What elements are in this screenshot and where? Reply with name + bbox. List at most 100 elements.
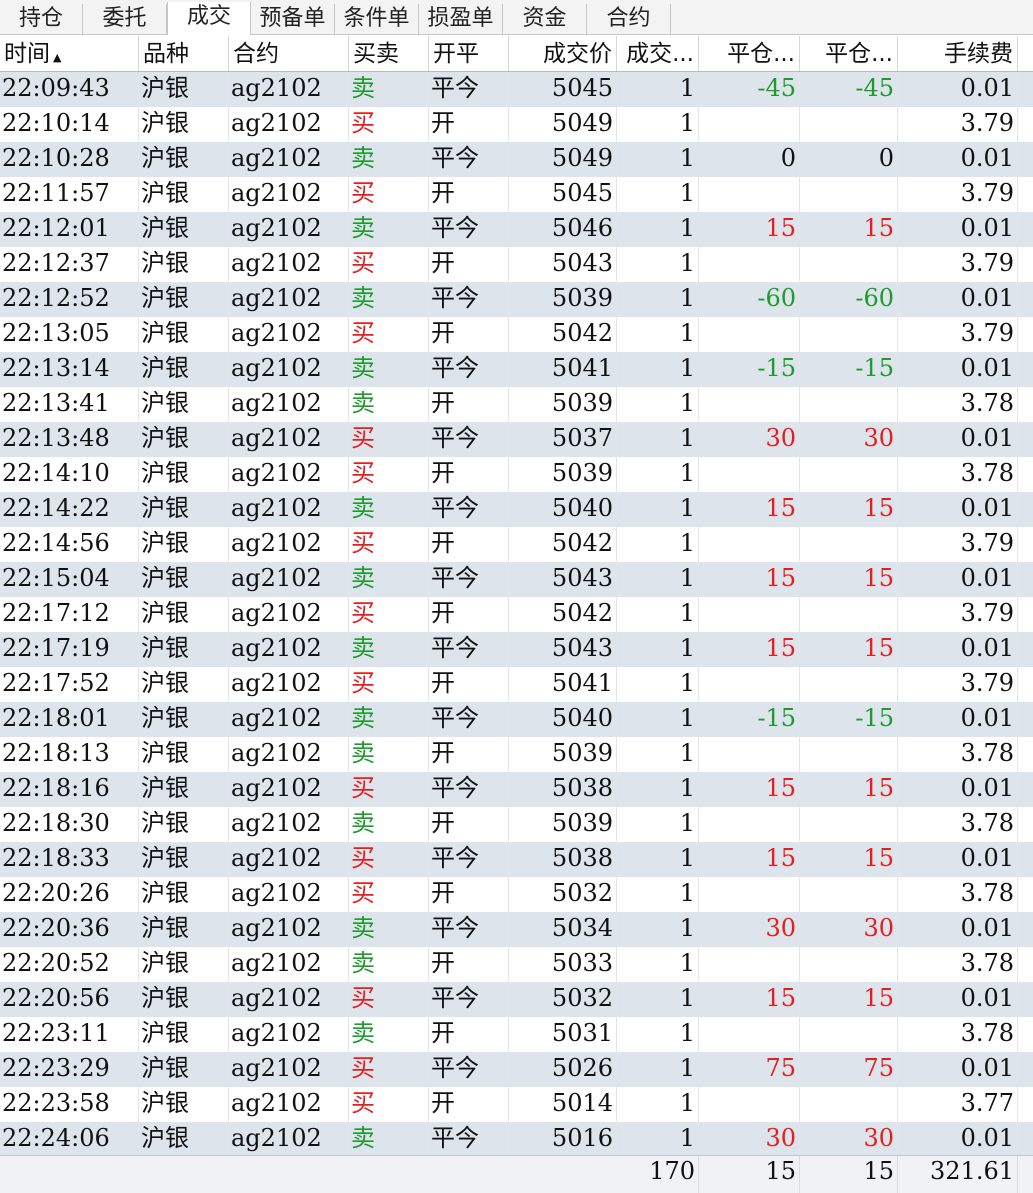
tab-contracts[interactable]: 合约 [587, 4, 671, 34]
table-row[interactable]: 22:20:56 沪银 ag2102 买平今 5032 1 15 15 0.01 [0, 982, 1033, 1017]
tab-trades[interactable]: 成交 [167, 2, 251, 35]
cell-contract: ag2102 [229, 1017, 349, 1052]
cell-contract: ag2102 [229, 352, 349, 387]
cell-close-pnl-1: -15 [699, 352, 800, 387]
table-row[interactable]: 22:11:57 沪银 ag2102 买开 5045 1 3.79 [0, 177, 1033, 212]
tab-funds[interactable]: 资金 [503, 4, 587, 34]
cell-close-pnl-2 [800, 947, 898, 982]
cell-direction: 买 [349, 527, 429, 562]
table-row[interactable]: 22:17:52 沪银 ag2102 买开 5041 1 3.79 [0, 667, 1033, 702]
cell-close-pnl-1: 15 [699, 772, 800, 807]
column-header-time[interactable]: 时间 ▲ [0, 36, 139, 71]
table-row[interactable]: 22:14:56 沪银 ag2102 买开 5042 1 3.79 [0, 527, 1033, 562]
table-row[interactable]: 22:13:05 沪银 ag2102 买开 5042 1 3.79 [0, 317, 1033, 352]
table-row[interactable]: 22:12:01 沪银 ag2102 卖平今 5046 1 15 15 0.01 [0, 212, 1033, 247]
cell-price: 5042 [509, 597, 617, 632]
cell-time: 22:17:52 [0, 667, 139, 702]
table-row[interactable]: 22:12:52 沪银 ag2102 卖平今 5039 1 -60 -60 0.01 [0, 282, 1033, 317]
cell-fee: 3.78 [898, 1017, 1018, 1052]
table-row[interactable]: 22:13:41 沪银 ag2102 卖开 5039 1 3.78 [0, 387, 1033, 422]
table-row[interactable]: 22:18:13 沪银 ag2102 卖开 5039 1 3.78 [0, 737, 1033, 772]
cell-close-pnl-2 [800, 527, 898, 562]
table-row[interactable]: 22:12:37 沪银 ag2102 买开 5043 1 3.79 [0, 247, 1033, 282]
table-row[interactable]: 22:24:06 沪银 ag2102 卖平今 5016 1 30 30 0.01 [0, 1122, 1033, 1157]
table-row[interactable]: 22:23:11 沪银 ag2102 卖开 5031 1 3.78 [0, 1017, 1033, 1052]
table-row[interactable]: 22:09:43 沪银 ag2102 卖平今 5045 1 -45 -45 0.01 [0, 72, 1033, 107]
column-header-close-pnl-2[interactable]: 平仓... [800, 36, 898, 71]
cell-price: 5031 [509, 1017, 617, 1052]
tab-pending-orders[interactable]: 预备单 [251, 4, 335, 34]
cell-price: 5043 [509, 562, 617, 597]
table-row[interactable]: 22:18:01 沪银 ag2102 卖平今 5040 1 -15 -15 0.01 [0, 702, 1033, 737]
cell-offset: 平今 [429, 72, 509, 107]
cell-direction: 买 [349, 842, 429, 877]
tab-positions[interactable]: 持仓 [0, 4, 83, 34]
cell-close-pnl-1 [699, 877, 800, 912]
table-row[interactable]: 22:13:48 沪银 ag2102 买平今 5037 1 30 30 0.01 [0, 422, 1033, 457]
column-header-product[interactable]: 品种 [139, 36, 229, 71]
table-row[interactable]: 22:17:12 沪银 ag2102 买开 5042 1 3.79 [0, 597, 1033, 632]
table-row[interactable]: 22:14:10 沪银 ag2102 买开 5039 1 3.78 [0, 457, 1033, 492]
table-row[interactable]: 22:17:19 沪银 ag2102 卖平今 5043 1 15 15 0.01 [0, 632, 1033, 667]
cell-close-pnl-2 [800, 457, 898, 492]
table-row[interactable]: 22:15:04 沪银 ag2102 卖平今 5043 1 15 15 0.01 [0, 562, 1033, 597]
table-row[interactable]: 22:23:29 沪银 ag2102 买平今 5026 1 75 75 0.01 [0, 1052, 1033, 1087]
table-row[interactable]: 22:18:33 沪银 ag2102 买平今 5038 1 15 15 0.01 [0, 842, 1033, 877]
column-header-offset[interactable]: 开平 [429, 36, 509, 71]
cell-direction: 卖 [349, 912, 429, 947]
cell-price: 5043 [509, 632, 617, 667]
cell-offset: 开 [429, 1017, 509, 1052]
column-header-contract[interactable]: 合约 [229, 36, 349, 71]
column-header-volume[interactable]: 成交... [617, 36, 699, 71]
column-header-price[interactable]: 成交价 [509, 36, 617, 71]
tab-stop-orders[interactable]: 损盈单 [419, 4, 503, 34]
table-row[interactable]: 22:20:36 沪银 ag2102 卖平今 5034 1 30 30 0.01 [0, 912, 1033, 947]
cell-contract: ag2102 [229, 107, 349, 142]
table-row[interactable]: 22:10:28 沪银 ag2102 卖平今 5049 1 0 0 0.01 [0, 142, 1033, 177]
cell-offset: 平今 [429, 352, 509, 387]
column-header-close-pnl-1[interactable]: 平仓... [699, 36, 800, 71]
cell-product: 沪银 [139, 1052, 229, 1087]
cell-offset: 开 [429, 807, 509, 842]
cell-direction: 卖 [349, 1122, 429, 1157]
cell-offset: 平今 [429, 562, 509, 597]
cell-close-pnl-1: 15 [699, 982, 800, 1017]
cell-close-pnl-2 [800, 177, 898, 212]
cell-close-pnl-2: -15 [800, 702, 898, 737]
table-row[interactable]: 22:14:22 沪银 ag2102 卖平今 5040 1 15 15 0.01 [0, 492, 1033, 527]
table-row[interactable]: 22:20:52 沪银 ag2102 卖开 5033 1 3.78 [0, 947, 1033, 982]
cell-price: 5026 [509, 1052, 617, 1087]
cell-contract: ag2102 [229, 492, 349, 527]
cell-contract: ag2102 [229, 597, 349, 632]
cell-direction: 买 [349, 107, 429, 142]
total-close-pnl-2: 15 [800, 1156, 898, 1193]
cell-contract: ag2102 [229, 842, 349, 877]
cell-close-pnl-1 [699, 527, 800, 562]
cell-product: 沪银 [139, 282, 229, 317]
cell-price: 5039 [509, 282, 617, 317]
cell-price: 5040 [509, 492, 617, 527]
table-row[interactable]: 22:18:30 沪银 ag2102 卖开 5039 1 3.78 [0, 807, 1033, 842]
table-row[interactable]: 22:20:26 沪银 ag2102 买开 5032 1 3.78 [0, 877, 1033, 912]
table-row[interactable]: 22:13:14 沪银 ag2102 卖平今 5041 1 -15 -15 0.01 [0, 352, 1033, 387]
cell-direction: 买 [349, 422, 429, 457]
cell-product: 沪银 [139, 177, 229, 212]
cell-product: 沪银 [139, 597, 229, 632]
tab-conditional-orders[interactable]: 条件单 [335, 4, 419, 34]
column-header-fee[interactable]: 手续费 [898, 36, 1018, 71]
column-header-direction[interactable]: 买卖 [349, 36, 429, 71]
cell-direction: 卖 [349, 72, 429, 107]
cell-close-pnl-2 [800, 387, 898, 422]
cell-offset: 平今 [429, 842, 509, 877]
table-row[interactable]: 22:23:58 沪银 ag2102 买开 5014 1 3.77 [0, 1087, 1033, 1122]
cell-price: 5016 [509, 1122, 617, 1157]
cell-direction: 卖 [349, 947, 429, 982]
cell-price: 5039 [509, 737, 617, 772]
cell-price: 5046 [509, 212, 617, 247]
table-row[interactable]: 22:10:14 沪银 ag2102 买开 5049 1 3.79 [0, 107, 1033, 142]
cell-close-pnl-1: 15 [699, 632, 800, 667]
cell-product: 沪银 [139, 877, 229, 912]
cell-close-pnl-1: 30 [699, 422, 800, 457]
table-row[interactable]: 22:18:16 沪银 ag2102 买平今 5038 1 15 15 0.01 [0, 772, 1033, 807]
tab-orders[interactable]: 委托 [83, 4, 167, 34]
